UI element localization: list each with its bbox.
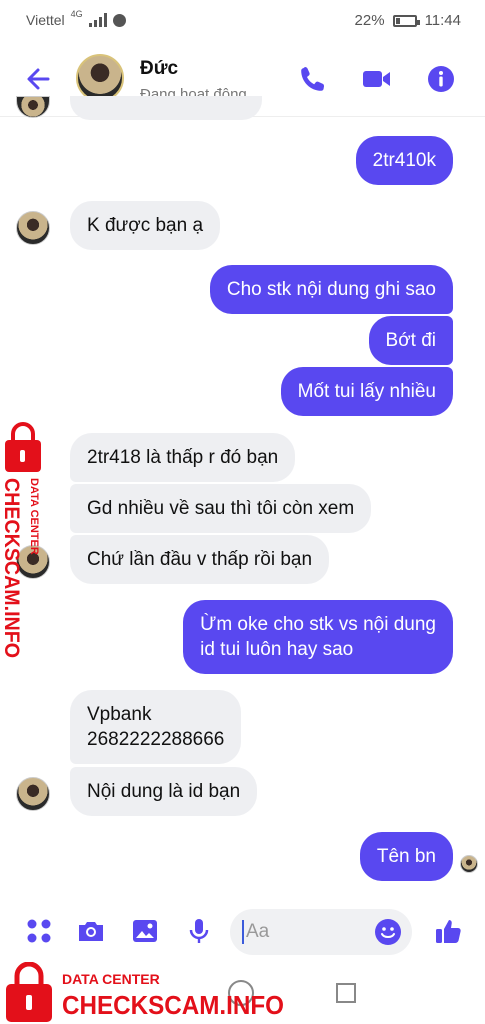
back-arrow-icon[interactable] bbox=[22, 62, 56, 96]
apps-icon[interactable] bbox=[24, 916, 54, 946]
message-line: 2682222288666 bbox=[87, 729, 225, 750]
message-bubble-outgoing[interactable]: Tên bn bbox=[359, 832, 453, 881]
clock: 11:44 bbox=[424, 12, 461, 29]
contact-avatar-small bbox=[16, 777, 50, 811]
text-caret bbox=[242, 920, 244, 944]
recent-apps-button[interactable] bbox=[336, 983, 356, 1003]
thumbs-up-icon[interactable] bbox=[434, 916, 464, 946]
watermark-side-line2: CHECKSCAM.INFO bbox=[0, 478, 23, 658]
message-bubble-incoming[interactable]: Nội dung là id bạn bbox=[70, 767, 258, 816]
contact-avatar[interactable] bbox=[76, 54, 124, 102]
messenger-notification-icon bbox=[112, 13, 126, 27]
phone-icon[interactable] bbox=[298, 64, 328, 94]
message-composer: Aa bbox=[0, 900, 485, 962]
watermark-bottom-line2: CHECKSCAM.INFO bbox=[62, 990, 284, 1020]
status-bar: Viettel 4G 22% 11:44 bbox=[0, 0, 485, 40]
video-camera-icon[interactable] bbox=[362, 64, 392, 94]
image-icon[interactable] bbox=[130, 916, 160, 946]
message-bubble-incoming[interactable]: Chứ lần đầu v thấp rồi bạn bbox=[70, 535, 330, 584]
message-bubble-outgoing[interactable]: Ừm oke cho stk vs nội dung id tui luôn h… bbox=[183, 600, 453, 674]
message-input-placeholder: Aa bbox=[246, 921, 270, 942]
lock-icon bbox=[6, 962, 52, 1022]
message-line: id tui luôn hay sao bbox=[200, 639, 354, 660]
info-icon[interactable] bbox=[426, 64, 456, 94]
camera-icon[interactable] bbox=[76, 916, 106, 946]
message-line: Vpbank bbox=[87, 704, 152, 725]
message-bubble-outgoing[interactable]: Cho stk nội dung ghi sao bbox=[209, 265, 453, 314]
lock-icon bbox=[5, 422, 41, 472]
message-bubble-outgoing[interactable]: Bớt đi bbox=[368, 316, 453, 365]
watermark-bottom-line1: DATA CENTER bbox=[62, 971, 160, 987]
battery-icon bbox=[392, 14, 420, 27]
message-bubble-incoming[interactable]: K được bạn ạ bbox=[70, 201, 221, 250]
message-bubble-incoming[interactable]: 2tr418 là thấp r đó bạn bbox=[70, 433, 296, 482]
carrier-name: Viettel bbox=[26, 12, 65, 28]
watermark-bottom: DATA CENTER CHECKSCAM.INFO bbox=[6, 962, 284, 1022]
emoji-icon[interactable] bbox=[374, 918, 402, 946]
microphone-icon[interactable] bbox=[184, 916, 214, 946]
network-type: 4G bbox=[70, 9, 83, 19]
signal-icon bbox=[88, 13, 107, 27]
watermark-side-line1: DATA CENTER bbox=[28, 478, 40, 555]
contact-name[interactable]: Đức bbox=[140, 58, 178, 80]
seen-avatar bbox=[460, 855, 478, 873]
message-line: Ừm oke cho stk vs nội dung bbox=[200, 614, 436, 635]
message-input[interactable]: Aa bbox=[230, 909, 412, 955]
message-bubble-outgoing[interactable]: 2tr410k bbox=[355, 136, 453, 185]
watermark-side: DATA CENTER CHECKSCAM.INFO bbox=[0, 422, 41, 658]
battery-percent: 22% bbox=[354, 12, 385, 29]
message-bubble-incoming[interactable]: Vpbank 2682222288666 bbox=[70, 690, 242, 764]
contact-avatar-small bbox=[16, 211, 50, 245]
message-bubble-outgoing[interactable]: Mốt tui lấy nhiều bbox=[280, 367, 453, 416]
message-bubble-partial bbox=[70, 96, 262, 120]
message-bubble-incoming[interactable]: Gd nhiều về sau thì tôi còn xem bbox=[70, 484, 372, 533]
